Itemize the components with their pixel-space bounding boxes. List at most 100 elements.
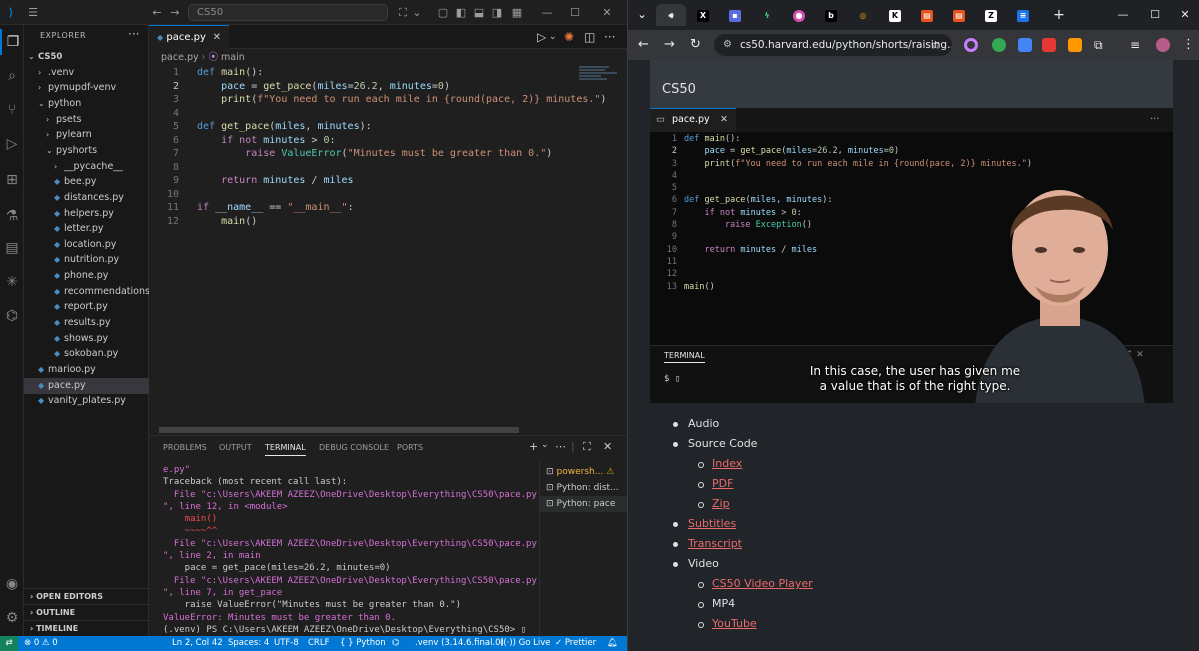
tree-file[interactable]: ◆ phone.py xyxy=(24,268,149,284)
extension-icon[interactable] xyxy=(1068,38,1082,52)
terminal-instance[interactable]: ⊡ Python: dist... xyxy=(540,480,628,496)
video-player[interactable]: ▭ pace.py ✕ ··· 1 def main(): 2 pace = get… xyxy=(650,108,1173,403)
resource-link[interactable]: CS50 Video Player xyxy=(712,577,813,590)
panel-more-icon[interactable]: ⋯ xyxy=(555,440,566,453)
tab-debug-console[interactable]: DEBUG CONSOLE xyxy=(319,443,389,452)
line-endings[interactable]: CRLF xyxy=(308,636,329,651)
account-icon[interactable]: ◉ xyxy=(0,571,24,597)
bookmark-star-icon[interactable]: ☆ xyxy=(930,30,941,60)
search-icon[interactable]: ⌕ xyxy=(0,63,24,89)
run-python-icon[interactable]: ▷ xyxy=(537,25,546,49)
live-share-icon[interactable]: ✳ xyxy=(0,269,24,295)
active-tab[interactable]: 🔊︎ xyxy=(656,4,686,26)
tab-9[interactable]: ▤ xyxy=(944,4,974,26)
tab-pace-py[interactable]: ◆ pace.py ✕ xyxy=(149,25,229,49)
extension-icon[interactable] xyxy=(992,38,1006,52)
tree-file[interactable]: ◆ distances.py xyxy=(24,190,149,206)
tree-file[interactable]: ◆ location.py xyxy=(24,237,149,253)
minimap[interactable] xyxy=(579,66,619,106)
tab-ports[interactable]: PORTS xyxy=(397,443,423,452)
tree-file[interactable]: ◆ recommendations.py xyxy=(24,284,165,300)
resource-link[interactable]: PDF xyxy=(712,477,733,490)
tab-terminal[interactable]: TERMINAL xyxy=(265,443,306,456)
tab-5[interactable]: b xyxy=(816,4,846,26)
command-center-search[interactable]: CS50 xyxy=(188,4,388,21)
tree-file[interactable]: ◆ pace.py xyxy=(24,377,149,394)
tree-file[interactable]: ◆ helpers.py xyxy=(24,206,149,222)
tree-folder[interactable]: › .venv xyxy=(24,65,149,81)
layout-icon[interactable]: ▢ xyxy=(436,0,450,25)
resource-link[interactable]: Zip xyxy=(712,497,730,510)
extension-icon[interactable] xyxy=(1018,38,1032,52)
tab-10[interactable]: Z xyxy=(976,4,1006,26)
tree-folder[interactable]: › psets xyxy=(24,112,149,128)
tab-output[interactable]: OUTPUT xyxy=(219,443,252,452)
maximize-icon[interactable]: ☐ xyxy=(1140,4,1170,26)
tree-folder[interactable]: ⌄ python xyxy=(24,96,149,112)
tab-problems[interactable]: PROBLEMS xyxy=(163,443,207,452)
tree-folder[interactable]: › pylearn xyxy=(24,127,149,143)
tree-file[interactable]: ◆ results.py xyxy=(24,315,149,331)
indentation[interactable]: Spaces: 4 xyxy=(228,636,269,651)
remote-indicator-icon[interactable]: ⇄ xyxy=(0,636,18,651)
tab-8[interactable]: ▤ xyxy=(912,4,942,26)
extension-icon[interactable] xyxy=(964,38,978,52)
tree-file[interactable]: ◆ sokoban.py xyxy=(24,346,149,362)
go-live-button[interactable]: ((·)) Go Live xyxy=(500,636,551,651)
reading-list-icon[interactable]: ≡ xyxy=(1130,30,1140,60)
toggle-secondary-sidebar-icon[interactable]: ◨ xyxy=(490,0,504,25)
maximize-icon[interactable]: ☐ xyxy=(568,0,582,25)
back-button-icon[interactable]: ← xyxy=(638,30,649,60)
tree-file[interactable]: ◆ nutrition.py xyxy=(24,252,149,268)
terminal-dropdown-icon[interactable]: ⌄ xyxy=(541,440,549,450)
breadcrumb-symbol[interactable]: main xyxy=(221,52,245,63)
tree-file[interactable]: ◆ letter.py xyxy=(24,221,149,237)
run-debug-icon[interactable]: ▷ xyxy=(0,131,24,157)
outline-section[interactable]: › OUTLINE xyxy=(24,604,149,620)
timeline-section[interactable]: › TIMELINE xyxy=(24,620,149,636)
tab-2[interactable]: ▪ xyxy=(720,4,750,26)
remote-explorer-icon[interactable]: ▤ xyxy=(0,235,24,261)
horizontal-scrollbar[interactable] xyxy=(159,427,519,433)
copilot-icon[interactable]: ⛶ xyxy=(396,0,410,25)
notifications-bell-icon[interactable]: 🔔︎ xyxy=(607,636,618,651)
language-mode[interactable]: { } Python xyxy=(340,636,386,651)
tree-folder[interactable]: ⌄ CS50 xyxy=(24,49,149,65)
tab-11[interactable]: ≡ xyxy=(1008,4,1038,26)
extension-icon[interactable] xyxy=(1042,38,1056,52)
tab-3[interactable]: ϟ xyxy=(752,4,782,26)
minimize-icon[interactable]: — xyxy=(540,0,554,25)
new-tab-button[interactable]: + xyxy=(1044,4,1074,26)
chevron-down-icon[interactable]: ⌄ xyxy=(412,0,422,25)
tab-search-icon[interactable]: ⌄ xyxy=(630,4,654,26)
tab-x[interactable]: X xyxy=(688,4,718,26)
toggle-sidebar-icon[interactable]: ◧ xyxy=(454,0,468,25)
tree-folder[interactable]: › pymupdf-venv xyxy=(24,80,149,96)
resource-link[interactable]: YouTube xyxy=(712,617,757,630)
toggle-panel-icon[interactable]: ⬓ xyxy=(472,0,486,25)
open-editors-section[interactable]: › OPEN EDITORS xyxy=(24,588,149,604)
tree-file[interactable]: ◆ bee.py xyxy=(24,174,149,190)
split-editor-icon[interactable]: ◫ xyxy=(584,25,595,49)
resource-link[interactable]: Subtitles xyxy=(688,517,736,530)
tree-file[interactable]: ◆ report.py xyxy=(24,299,149,315)
new-terminal-icon[interactable]: + xyxy=(529,440,538,453)
close-window-icon[interactable]: ✕ xyxy=(600,0,614,25)
terminal-instance[interactable]: ⊡ powersh... ⚠ xyxy=(540,464,628,480)
run-dropdown-icon[interactable]: ⌄ xyxy=(549,25,557,49)
extensions-icon[interactable]: ⊞ xyxy=(0,167,24,193)
source-control-icon[interactable]: ⑂ xyxy=(0,97,24,123)
close-panel-icon[interactable]: ✕ xyxy=(603,440,612,453)
python-icon[interactable]: ⌬ xyxy=(0,303,24,329)
minimize-icon[interactable]: — xyxy=(1108,4,1138,26)
back-arrow-icon[interactable]: ← xyxy=(150,0,164,25)
close-tab-icon[interactable]: ✕ xyxy=(213,26,221,49)
maximize-panel-icon[interactable]: ⛶ xyxy=(583,440,591,454)
forward-button-icon[interactable]: → xyxy=(664,30,675,60)
breadcrumb-file[interactable]: pace.py xyxy=(161,52,199,63)
live-preview-icon[interactable]: ✺ xyxy=(564,25,574,49)
site-info-icon[interactable]: ⚙ xyxy=(723,34,732,56)
tree-folder[interactable]: ⌄ pyshorts xyxy=(24,143,149,159)
forward-arrow-icon[interactable]: → xyxy=(168,0,182,25)
tab-4[interactable]: ● xyxy=(784,4,814,26)
